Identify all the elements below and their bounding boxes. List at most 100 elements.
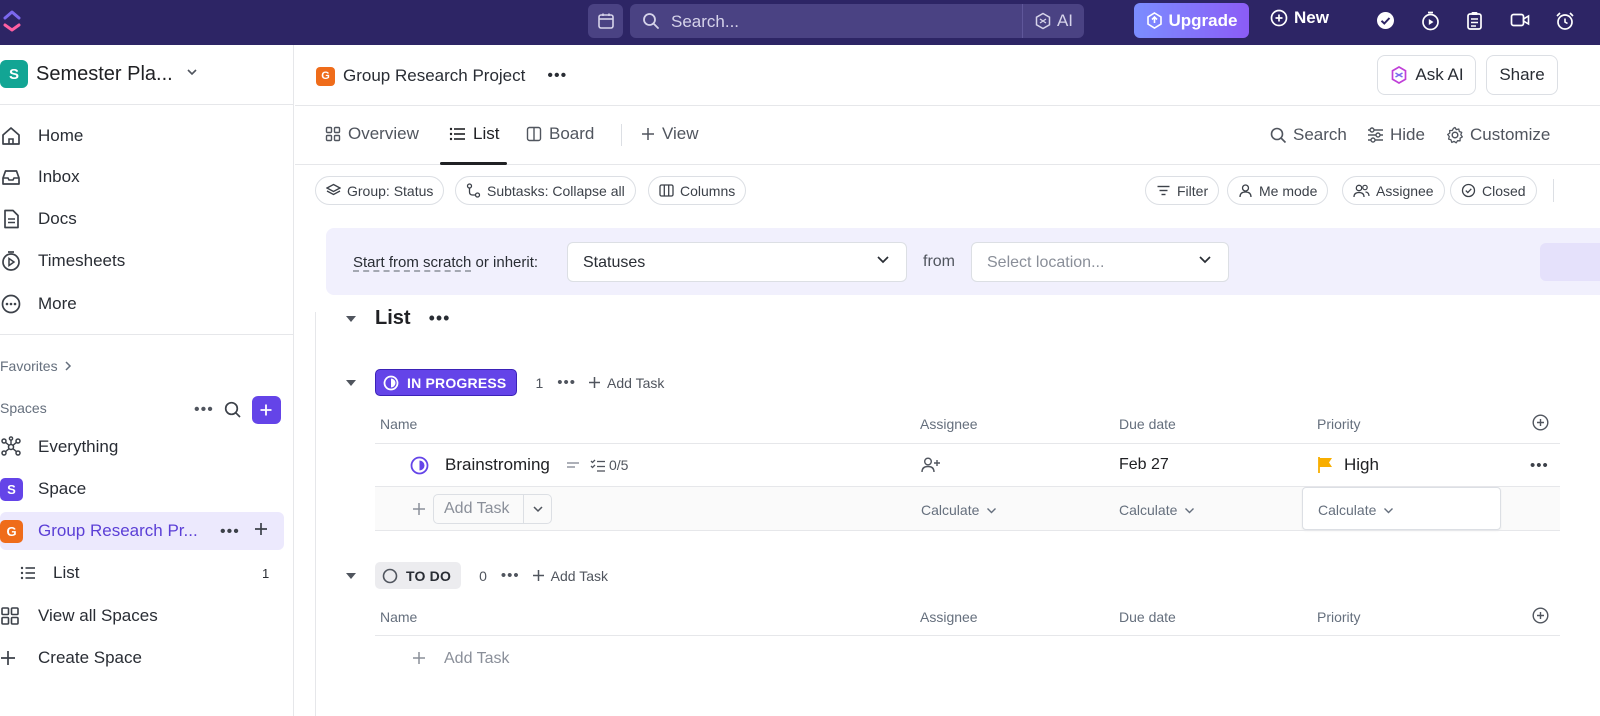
assignee-label: Assignee	[1376, 182, 1434, 199]
group-by-button[interactable]: Group: Status	[315, 176, 445, 205]
column-header-assignee[interactable]: Assignee	[920, 416, 978, 432]
calculate-priority-button[interactable]: Calculate	[1318, 502, 1394, 518]
collapse-group-icon[interactable]	[345, 571, 365, 581]
tab-label: Board	[549, 124, 595, 143]
subtasks-count: 0/5	[609, 457, 629, 473]
sidebar-item-group-research[interactable]: G Group Research Pr...	[0, 516, 198, 546]
group-by-label: Group: Status	[347, 182, 434, 199]
group-add-task-button[interactable]: Add Task	[588, 375, 664, 391]
collapse-list-icon[interactable]	[345, 314, 357, 324]
search-tasks-button[interactable]: Search	[1270, 125, 1347, 145]
sidebar-item-everything[interactable]: Everything	[0, 432, 118, 462]
notepad-icon[interactable]	[1466, 11, 1483, 31]
upgrade-button[interactable]: Upgrade	[1134, 3, 1249, 38]
alarm-clock-icon[interactable]	[1555, 11, 1575, 31]
workspace-switcher[interactable]: S Semester Pla...	[0, 60, 197, 88]
group-count: 0	[479, 567, 487, 584]
column-header-name[interactable]: Name	[380, 416, 417, 432]
ask-ai-button[interactable]: Ask AI	[1377, 55, 1476, 95]
table-row[interactable]	[375, 444, 1560, 487]
add-assignee-icon[interactable]	[921, 456, 941, 474]
plus-icon[interactable]	[412, 651, 426, 665]
layers-icon	[326, 183, 341, 196]
sidebar-item-list[interactable]: List	[19, 558, 79, 588]
task-priority[interactable]: High	[1317, 455, 1379, 475]
column-header-priority[interactable]: Priority	[1317, 416, 1361, 432]
hide-button[interactable]: Hide	[1367, 125, 1425, 145]
tab-list[interactable]: List	[449, 124, 499, 144]
subtasks-button[interactable]: Subtasks: Collapse all	[455, 176, 636, 205]
calculate-due-date-button[interactable]: Calculate	[1119, 502, 1195, 518]
users-icon	[1353, 184, 1370, 198]
check-circle-icon[interactable]	[1376, 11, 1395, 30]
spaces-more-icon[interactable]: •••	[194, 401, 214, 419]
calculate-label: Calculate	[1119, 502, 1178, 518]
column-header-assignee[interactable]: Assignee	[920, 609, 978, 625]
favorites-label: Favorites	[0, 358, 58, 374]
project-options-icon[interactable]: •••	[547, 67, 567, 85]
search-input[interactable]: Search... AI	[630, 4, 1084, 38]
sidebar-item-inbox[interactable]: Inbox	[0, 162, 80, 192]
add-view-button[interactable]: View	[641, 124, 699, 144]
column-header-priority[interactable]: Priority	[1317, 609, 1361, 625]
sidebar-item-space[interactable]: S Space	[0, 474, 86, 504]
top-bar: Search... AI Upgrade New	[0, 0, 1600, 45]
group-add-task-button[interactable]: Add Task	[532, 568, 608, 584]
task-name[interactable]: Brainstroming	[445, 455, 550, 475]
assignee-filter-button[interactable]: Assignee	[1342, 176, 1445, 205]
task-due-date[interactable]: Feb 27	[1119, 456, 1169, 474]
columns-button[interactable]: Columns	[648, 176, 747, 205]
group-options-icon[interactable]: •••	[557, 374, 576, 391]
add-task-button[interactable]: Add Task	[444, 650, 510, 668]
filter-button[interactable]: Filter	[1145, 176, 1220, 205]
tab-overview[interactable]: Overview	[325, 124, 419, 144]
search-icon[interactable]	[224, 401, 242, 419]
clickup-logo-icon[interactable]	[2, 9, 22, 33]
statuses-select[interactable]: Statuses	[567, 242, 907, 282]
sidebar-item-timesheets[interactable]: Timesheets	[0, 246, 125, 276]
share-button[interactable]: Share	[1486, 55, 1558, 95]
apply-button[interactable]	[1540, 243, 1600, 281]
add-task-placeholder: Add Task	[444, 500, 510, 517]
column-header-due-date[interactable]: Due date	[1119, 416, 1176, 432]
add-task-options-button[interactable]	[523, 495, 551, 523]
add-column-icon[interactable]	[1532, 607, 1549, 624]
task-options-icon[interactable]: •••	[1530, 457, 1549, 474]
sidebar-item-view-all-spaces[interactable]: View all Spaces	[0, 601, 158, 631]
new-button[interactable]: New	[1270, 8, 1329, 28]
status-badge-in-progress[interactable]: IN PROGRESS	[375, 369, 518, 396]
task-status-icon[interactable]	[410, 456, 429, 475]
plus-icon[interactable]	[412, 502, 426, 516]
closed-filter-button[interactable]: Closed	[1450, 176, 1537, 205]
customize-button[interactable]: Customize	[1446, 125, 1550, 145]
add-column-icon[interactable]	[1532, 414, 1549, 431]
ai-search-button[interactable]: AI	[1022, 4, 1084, 38]
tab-board[interactable]: Board	[526, 124, 594, 144]
sidebar-item-home[interactable]: Home	[0, 121, 83, 151]
breadcrumb[interactable]: G Group Research Project •••	[316, 66, 567, 86]
calendar-button[interactable]	[588, 4, 623, 38]
favorites-section[interactable]: Favorites	[0, 358, 72, 374]
start-from-scratch-link[interactable]: Start from scratch	[353, 254, 471, 271]
location-select[interactable]: Select location...	[971, 242, 1229, 282]
project-more-icon[interactable]: •••	[220, 523, 240, 541]
status-badge-to-do[interactable]: TO DO	[375, 562, 462, 589]
list-options-icon[interactable]: •••	[429, 308, 451, 329]
timer-icon[interactable]	[1421, 11, 1440, 31]
column-header-due-date[interactable]: Due date	[1119, 609, 1176, 625]
me-mode-button[interactable]: Me mode	[1227, 176, 1329, 205]
calculate-assignee-button[interactable]: Calculate	[921, 502, 997, 518]
sidebar-item-docs[interactable]: Docs	[0, 204, 77, 234]
add-to-project-icon[interactable]	[254, 522, 268, 536]
add-space-button[interactable]	[251, 396, 281, 424]
sidebar-item-more[interactable]: More	[0, 289, 77, 319]
group-options-icon[interactable]: •••	[501, 567, 520, 584]
sidebar-item-create-space[interactable]: Create Space	[0, 643, 142, 673]
column-header-name[interactable]: Name	[380, 609, 417, 625]
add-task-input[interactable]: Add Task	[433, 494, 552, 524]
collapse-group-icon[interactable]	[345, 378, 365, 388]
ask-ai-label: Ask AI	[1415, 65, 1464, 84]
subtasks-indicator[interactable]: 0/5	[590, 457, 628, 473]
priority-flag-icon	[1318, 457, 1332, 473]
video-record-icon[interactable]	[1510, 11, 1530, 29]
